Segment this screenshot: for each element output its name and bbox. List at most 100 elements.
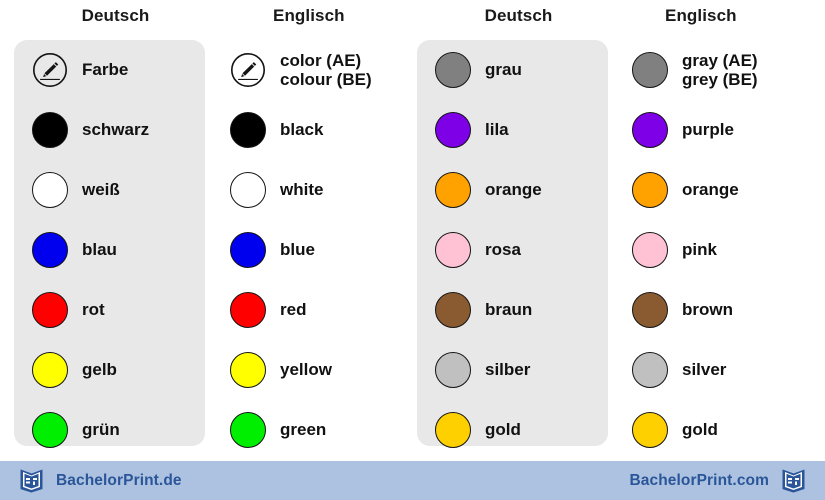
color-swatch [230, 172, 266, 208]
color-name-label: black [280, 120, 324, 140]
color-row: rosa [417, 220, 620, 280]
color-swatch [230, 352, 266, 388]
color-swatch [32, 292, 68, 328]
color-row: brown [620, 280, 823, 340]
color-row: rot [14, 280, 217, 340]
color-swatch [632, 112, 668, 148]
color-name-label: rot [82, 300, 105, 320]
color-swatch [32, 232, 68, 268]
color-row: purple [620, 100, 823, 160]
color-swatch [435, 292, 471, 328]
color-vocabulary-board: Deutsch Farbe schwarz weiß blau rot gelb grün … [0, 0, 825, 461]
color-name-label: blue [280, 240, 315, 260]
color-row: gold [417, 400, 620, 460]
color-row: pink [620, 220, 823, 280]
bachelorprint-book-logo-icon [19, 468, 44, 494]
color-swatch [435, 172, 471, 208]
color-swatch [230, 412, 266, 448]
color-swatch [435, 112, 471, 148]
color-row: weiß [14, 160, 217, 220]
color-row: schwarz [14, 100, 217, 160]
color-row: blue [218, 220, 421, 280]
color-name-label: orange [485, 180, 542, 200]
color-row: silber [417, 340, 620, 400]
column-3: Deutsch grau lila orange rosa braun silber gol… [417, 0, 620, 461]
color-row: gold [620, 400, 823, 460]
column-2-rows: color (AE) colour (BE) black white blue red y… [218, 40, 421, 448]
color-name-label: silver [682, 360, 727, 380]
color-name-label: silber [485, 360, 531, 380]
color-row: red [218, 280, 421, 340]
column-1-header: Deutsch [81, 6, 150, 25]
bachelorprint-book-logo-icon [781, 468, 806, 494]
color-row: grün [14, 400, 217, 460]
color-name-label: grau [485, 60, 522, 80]
color-swatch [632, 52, 668, 88]
color-row: orange [417, 160, 620, 220]
color-swatch [32, 172, 68, 208]
footer-right-brand[interactable]: BachelorPrint.com [629, 468, 806, 494]
color-row: color (AE) colour (BE) [218, 40, 421, 100]
color-swatch [632, 412, 668, 448]
column-3-header: Deutsch [484, 6, 553, 25]
color-name-label: green [280, 420, 327, 440]
color-swatch [435, 232, 471, 268]
column-2-header: Englisch [273, 6, 345, 25]
color-name-label: Farbe [82, 60, 129, 80]
color-name-label: blau [82, 240, 117, 260]
column-4: Englisch gray (AE) grey (BE) purple orange… [620, 0, 823, 461]
color-name-label: rosa [485, 240, 521, 260]
color-row: white [218, 160, 421, 220]
color-name-label: gray (AE) grey (BE) [682, 50, 758, 89]
color-name-label: brown [682, 300, 733, 320]
color-name-label: color (AE) colour (BE) [280, 50, 372, 89]
color-name-label: gold [682, 420, 718, 440]
color-row: blau [14, 220, 217, 280]
color-name-label: yellow [280, 360, 332, 380]
color-swatch [230, 112, 266, 148]
color-row: Farbe [14, 40, 217, 100]
color-name-label: lila [485, 120, 509, 140]
color-swatch [230, 232, 266, 268]
footer-left-brand[interactable]: BachelorPrint.de [19, 468, 182, 494]
footer-right-brand-text: BachelorPrint.com [629, 471, 769, 489]
color-swatch [632, 172, 668, 208]
column-1: Deutsch Farbe schwarz weiß blau rot gelb grün [14, 0, 217, 461]
color-row: yellow [218, 340, 421, 400]
column-4-rows: gray (AE) grey (BE) purple orange pink brown… [620, 40, 823, 448]
footer-left-brand-text: BachelorPrint.de [56, 471, 182, 489]
color-row: gelb [14, 340, 217, 400]
color-row: silver [620, 340, 823, 400]
color-swatch [632, 352, 668, 388]
pencil-icon [32, 52, 68, 88]
color-swatch [230, 292, 266, 328]
color-name-label: purple [682, 120, 734, 140]
column-2: Englisch color (AE) colour (BE) black whit… [218, 0, 421, 461]
color-name-label: schwarz [82, 120, 150, 140]
color-name-label: white [280, 180, 324, 200]
color-row: braun [417, 280, 620, 340]
color-name-label: gold [485, 420, 521, 440]
column-1-rows: Farbe schwarz weiß blau rot gelb grün [14, 40, 217, 448]
color-name-label: red [280, 300, 307, 320]
column-4-header: Englisch [665, 6, 737, 25]
color-name-label: gelb [82, 360, 117, 380]
column-3-rows: grau lila orange rosa braun silber gold [417, 40, 620, 448]
color-swatch [632, 232, 668, 268]
footer-bar: BachelorPrint.de BachelorPrint.com [0, 461, 825, 500]
color-swatch [32, 412, 68, 448]
color-row: green [218, 400, 421, 460]
color-row: orange [620, 160, 823, 220]
color-name-label: pink [682, 240, 717, 260]
color-name-label: weiß [82, 180, 120, 200]
color-swatch [435, 52, 471, 88]
color-swatch [32, 352, 68, 388]
color-name-label: orange [682, 180, 739, 200]
color-row: lila [417, 100, 620, 160]
color-swatch [435, 412, 471, 448]
color-row: black [218, 100, 421, 160]
color-name-label: braun [485, 300, 533, 320]
color-swatch [32, 112, 68, 148]
color-swatch [435, 352, 471, 388]
color-row: gray (AE) grey (BE) [620, 40, 823, 100]
